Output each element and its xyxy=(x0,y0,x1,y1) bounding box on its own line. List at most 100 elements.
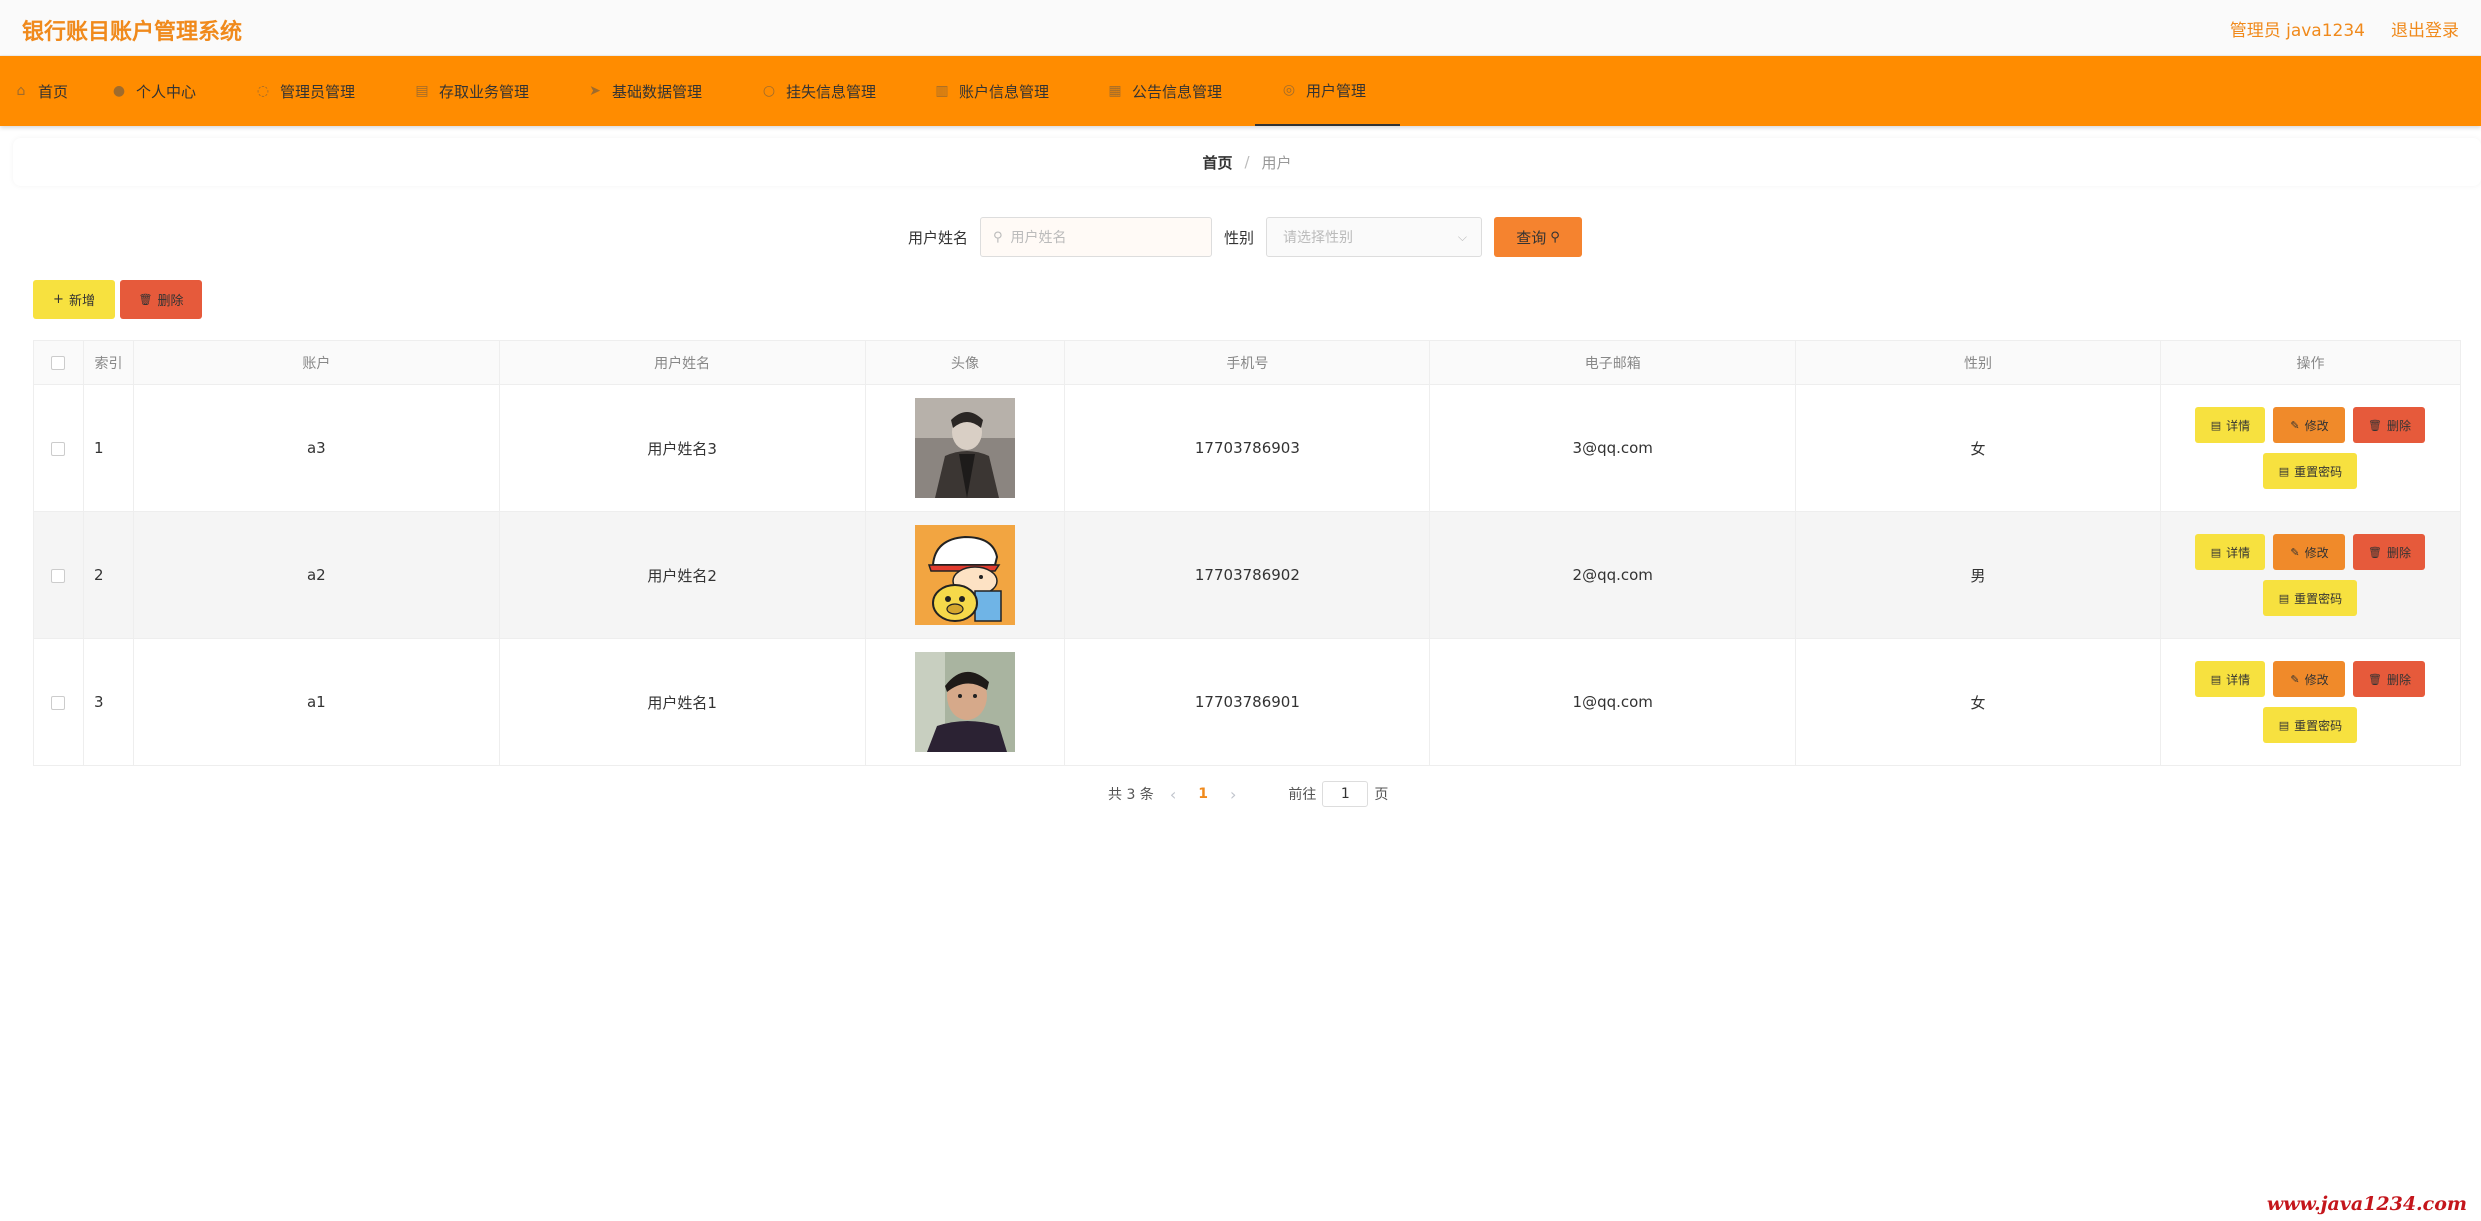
delete-button[interactable]: 🗑 删除 xyxy=(2353,407,2426,443)
avatar[interactable] xyxy=(915,398,1015,498)
document-icon: ▤ xyxy=(2210,545,2222,559)
nav-item-admin[interactable]: ◌ 管理员管理 xyxy=(254,56,355,126)
cell-phone: 17703786902 xyxy=(1064,511,1431,639)
nav-label: 首页 xyxy=(38,82,69,101)
breadcrumb-current: 用户 xyxy=(1261,153,1292,172)
column-header-actions: 操作 xyxy=(2159,340,2462,385)
users-icon: ◎ xyxy=(1282,82,1296,98)
document-icon: ▤ xyxy=(2210,672,2222,686)
cell-avatar xyxy=(864,511,1066,639)
user-icon: ● xyxy=(112,83,126,99)
cell-avatar xyxy=(864,384,1066,512)
detail-button[interactable]: ▤ 详情 xyxy=(2195,661,2266,697)
page-jump-input[interactable]: 1 xyxy=(1322,781,1369,807)
column-header-index: 索引 xyxy=(82,340,134,385)
nav-item-account[interactable]: ▥ 账户信息管理 xyxy=(933,56,1049,126)
edit-button[interactable]: ✎ 修改 xyxy=(2273,407,2346,443)
breadcrumb: 首页 / 用户 xyxy=(13,138,2481,186)
row-checkbox[interactable] xyxy=(51,441,66,456)
cell-account: a3 xyxy=(132,384,500,512)
delete-label: 删除 xyxy=(157,294,184,309)
search-icon: ⚲ xyxy=(993,229,1003,245)
delete-label: 删除 xyxy=(2386,545,2411,560)
trash-icon: 🗑 xyxy=(138,293,153,306)
cell-actions: ▤ 详情 ✎ 修改 🗑 删除 ▤ 重置密码 xyxy=(2159,511,2462,639)
cell-actions: ▤ 详情 ✎ 修改 🗑 删除 ▤ 重置密码 xyxy=(2159,384,2462,512)
delete-button[interactable]: 🗑 删除 xyxy=(2353,534,2426,570)
nav-label: 公告信息管理 xyxy=(1132,82,1223,101)
report-loss-icon: ○ xyxy=(762,83,776,99)
pencil-icon: ✎ xyxy=(2290,545,2300,559)
current-page[interactable]: 1 xyxy=(1198,786,1208,802)
cell-name: 用户姓名2 xyxy=(498,511,866,639)
current-user-label[interactable]: 管理员 java1234 xyxy=(2230,16,2365,41)
pencil-icon: ✎ xyxy=(2290,418,2300,432)
nav-item-notice[interactable]: ▦ 公告信息管理 xyxy=(1106,56,1222,126)
reset-password-button[interactable]: ▤ 重置密码 xyxy=(2263,707,2358,743)
delete-label: 删除 xyxy=(2386,418,2411,433)
reset-password-button[interactable]: ▤ 重置密码 xyxy=(2263,453,2358,489)
column-header-email: 电子邮箱 xyxy=(1429,340,1797,385)
reset-label: 重置密码 xyxy=(2294,464,2343,479)
pagination: 共 3 条 ‹ 1 › 前往 1 页 xyxy=(1108,780,1388,808)
logout-link[interactable]: 退出登录 xyxy=(2391,16,2459,41)
plus-icon: + xyxy=(53,292,64,307)
nav-item-profile[interactable]: ● 个人中心 xyxy=(110,56,196,126)
nav-item-users[interactable]: ◎ 用户管理 xyxy=(1255,56,1400,126)
nav-label: 存取业务管理 xyxy=(439,82,530,101)
cell-actions: ▤ 详情 ✎ 修改 🗑 删除 ▤ 重置密码 xyxy=(2159,638,2462,766)
nav-item-business[interactable]: ▤ 存取业务管理 xyxy=(413,56,529,126)
total-count: 共 3 条 xyxy=(1108,787,1154,803)
search-bar: 用户姓名 ⚲ 用户姓名 性别 请选择性别 ⌵ 查询 ⚲ xyxy=(908,217,1583,257)
nav-label: 管理员管理 xyxy=(280,82,356,101)
reset-password-button[interactable]: ▤ 重置密码 xyxy=(2263,580,2358,616)
edit-label: 修改 xyxy=(2304,672,2329,687)
next-page-icon[interactable]: › xyxy=(1230,785,1236,804)
query-label: 查询 xyxy=(1516,228,1547,247)
detail-button[interactable]: ▤ 详情 xyxy=(2195,407,2266,443)
add-label: 新增 xyxy=(68,294,95,309)
nav-item-report-loss[interactable]: ○ 挂失信息管理 xyxy=(760,56,876,126)
main-nav: ⌂ 首页 ● 个人中心 ◌ 管理员管理 ▤ 存取业务管理 ➤ 基础数据管理 ○ 挂失信息管理… xyxy=(0,56,2481,126)
avatar[interactable] xyxy=(915,652,1015,752)
batch-delete-button[interactable]: 🗑 删除 xyxy=(120,280,202,319)
edit-button[interactable]: ✎ 修改 xyxy=(2273,534,2346,570)
row-checkbox[interactable] xyxy=(51,695,66,710)
name-search-label: 用户姓名 xyxy=(908,228,969,247)
cell-index: 1 xyxy=(82,384,134,512)
gender-placeholder: 请选择性别 xyxy=(1283,230,1354,246)
trash-icon: 🗑 xyxy=(2367,672,2382,686)
cell-phone: 17703786903 xyxy=(1064,384,1431,512)
table-header-row: 索引 账户 用户姓名 头像 手机号 电子邮箱 性别 操作 xyxy=(33,340,2462,385)
nav-label: 挂失信息管理 xyxy=(786,82,877,101)
query-button[interactable]: 查询 ⚲ xyxy=(1494,217,1583,257)
cell-avatar xyxy=(864,638,1066,766)
add-button[interactable]: + 新增 xyxy=(33,280,115,319)
header-actions: 管理员 java1234 退出登录 xyxy=(2230,16,2459,41)
detail-button[interactable]: ▤ 详情 xyxy=(2195,534,2266,570)
edit-button[interactable]: ✎ 修改 xyxy=(2273,661,2346,697)
delete-label: 删除 xyxy=(2386,672,2411,687)
nav-label: 基础数据管理 xyxy=(612,82,703,101)
prev-page-icon[interactable]: ‹ xyxy=(1170,785,1176,804)
cell-gender: 女 xyxy=(1795,384,2161,512)
gender-select[interactable]: 请选择性别 ⌵ xyxy=(1266,217,1483,257)
column-header-gender: 性别 xyxy=(1795,340,2161,385)
detail-label: 详情 xyxy=(2226,672,2251,687)
name-search-input[interactable]: ⚲ 用户姓名 xyxy=(980,217,1213,257)
trash-icon: 🗑 xyxy=(2367,545,2382,559)
breadcrumb-home[interactable]: 首页 xyxy=(1202,152,1232,173)
document-icon: ▤ xyxy=(2278,464,2290,478)
cell-phone: 17703786901 xyxy=(1064,638,1431,766)
nav-item-base-data[interactable]: ➤ 基础数据管理 xyxy=(586,56,702,126)
delete-button[interactable]: 🗑 删除 xyxy=(2353,661,2426,697)
business-icon: ▤ xyxy=(415,83,429,99)
admin-icon: ◌ xyxy=(256,83,270,99)
cell-gender: 女 xyxy=(1795,638,2161,766)
nav-item-home[interactable]: ⌂ 首页 xyxy=(12,56,68,126)
cell-gender: 男 xyxy=(1795,511,2161,639)
select-all-checkbox[interactable] xyxy=(51,355,66,370)
row-checkbox[interactable] xyxy=(51,568,66,583)
document-icon: ▤ xyxy=(2278,591,2290,605)
avatar[interactable] xyxy=(915,525,1015,625)
